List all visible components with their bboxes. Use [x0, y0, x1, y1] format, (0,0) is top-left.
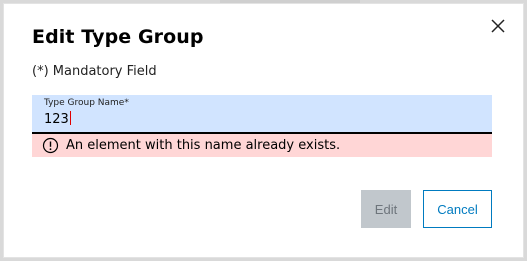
cancel-button[interactable]: Cancel	[423, 190, 492, 228]
close-icon	[491, 19, 505, 33]
type-group-name-input[interactable]: 123	[44, 111, 71, 127]
type-group-name-value: 123	[44, 112, 69, 127]
dialog-title: Edit Type Group	[32, 26, 204, 48]
mandatory-field-note: (*) Mandatory Field	[32, 64, 157, 79]
edit-button[interactable]: Edit	[361, 190, 411, 228]
error-message-bar: An element with this name already exists…	[32, 134, 492, 157]
type-group-name-label: Type Group Name*	[44, 98, 129, 108]
type-group-name-field[interactable]: Type Group Name* 123	[32, 95, 492, 134]
error-message-text: An element with this name already exists…	[66, 138, 341, 153]
edit-type-group-dialog: Edit Type Group (*) Mandatory Field Type…	[4, 4, 523, 257]
text-cursor	[69, 111, 71, 125]
warning-circle-icon	[42, 137, 59, 154]
close-button[interactable]	[488, 16, 508, 36]
